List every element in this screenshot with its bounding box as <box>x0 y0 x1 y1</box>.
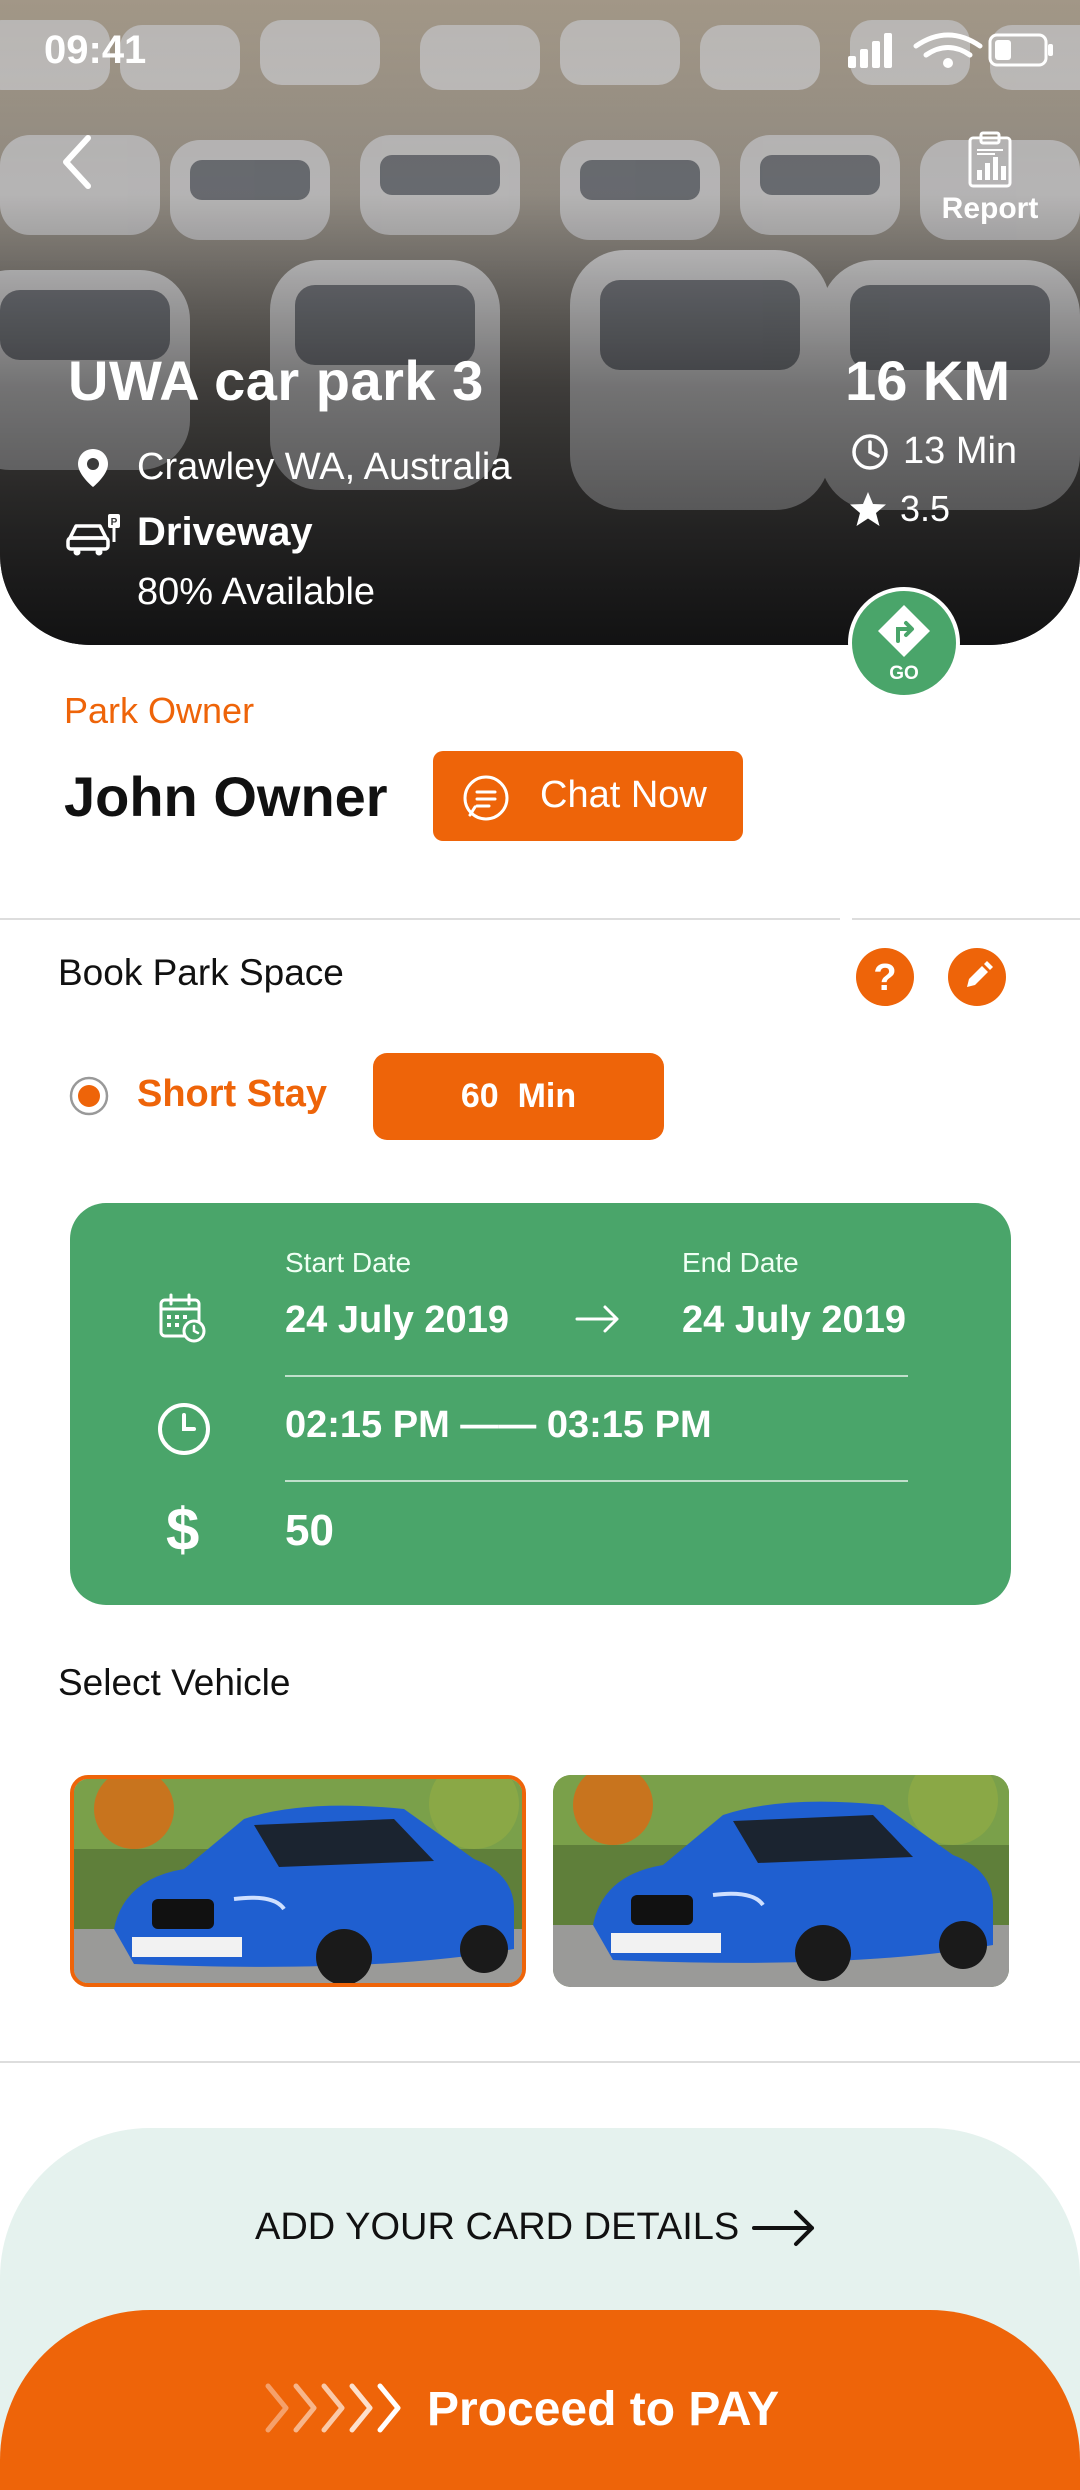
divider <box>285 1375 908 1377</box>
car-parking-icon: P <box>66 512 122 556</box>
divider <box>0 918 840 920</box>
divider <box>0 2061 1080 2063</box>
dollar-icon: $ <box>166 1496 200 1563</box>
report-label: Report <box>941 192 1039 225</box>
start-date-value[interactable]: 24 July 2019 <box>285 1299 509 1342</box>
go-label: GO <box>889 663 919 684</box>
battery-icon <box>988 33 1053 67</box>
location-pin-icon <box>76 447 110 489</box>
select-vehicle-title: Select Vehicle <box>58 1662 291 1703</box>
time-range[interactable]: 02:15 PM —— 03:15 PM <box>285 1404 712 1447</box>
proceed-to-pay-button[interactable]: Proceed to PAY <box>0 2310 1080 2490</box>
blue-car-image <box>74 1779 522 1983</box>
help-button[interactable]: ? <box>856 948 914 1006</box>
park-name: UWA car park 3 <box>68 349 484 412</box>
end-date-value[interactable]: 24 July 2019 <box>682 1299 906 1342</box>
divider <box>285 1480 908 1482</box>
go-navigate-button[interactable]: GO <box>848 587 960 699</box>
vehicle-card-1[interactable] <box>70 1775 526 1987</box>
signal-icon <box>848 33 892 68</box>
question-icon: ? <box>873 957 896 999</box>
status-time: 09:41 <box>44 28 147 72</box>
back-button[interactable] <box>52 132 102 192</box>
chat-now-button[interactable]: Chat Now <box>433 751 743 841</box>
pay-label: Proceed to PAY <box>427 2383 780 2436</box>
short-stay-label: Short Stay <box>137 1073 328 1115</box>
wifi-icon <box>913 32 983 58</box>
chat-icon <box>463 775 509 821</box>
owner-label: Park Owner <box>64 690 255 731</box>
short-stay-radio[interactable] <box>68 1075 110 1117</box>
status-icons <box>846 30 1056 70</box>
edit-button[interactable] <box>948 948 1006 1006</box>
divider <box>852 918 1080 920</box>
park-availability: 80% Available <box>137 571 376 613</box>
clock-icon <box>850 432 890 472</box>
blue-car-image <box>553 1775 1009 1987</box>
report-button[interactable]: Report <box>930 130 1050 240</box>
svg-text:P: P <box>111 517 118 528</box>
arrow-right-icon <box>752 2210 814 2246</box>
directions-icon: GO <box>878 605 930 684</box>
booking-summary-card: Start Date 24 July 2019 End Date 24 July… <box>70 1203 1011 1605</box>
svg-text:?: ? <box>873 957 896 999</box>
owner-name: John Owner <box>64 765 388 828</box>
clipboard-chart-icon <box>968 131 1012 188</box>
park-rating: 3.5 <box>900 488 951 529</box>
chat-now-label: Chat Now <box>540 774 707 816</box>
calendar-icon <box>159 1293 206 1343</box>
park-type: Driveway <box>137 510 313 554</box>
vehicle-card-2[interactable] <box>553 1775 1009 1987</box>
book-section-title: Book Park Space <box>58 952 344 993</box>
clock-icon <box>158 1403 210 1455</box>
pencil-icon <box>967 961 993 987</box>
star-icon <box>848 489 888 529</box>
duration-button[interactable]: 60 Min <box>373 1053 664 1140</box>
arrow-right-icon <box>575 1305 619 1333</box>
park-location: Crawley WA, Australia <box>137 446 512 488</box>
park-distance: 16 KM <box>845 349 1010 412</box>
price-value: 50 <box>285 1506 334 1555</box>
add-card-label: ADD YOUR CARD DETAILS <box>255 2206 740 2248</box>
chevrons-right-icon <box>265 2383 401 2433</box>
end-date-label: End Date <box>682 1247 799 1278</box>
chevron-left-icon <box>63 135 91 189</box>
park-drive-time: 13 Min <box>903 430 1018 472</box>
start-date-label: Start Date <box>285 1247 412 1278</box>
